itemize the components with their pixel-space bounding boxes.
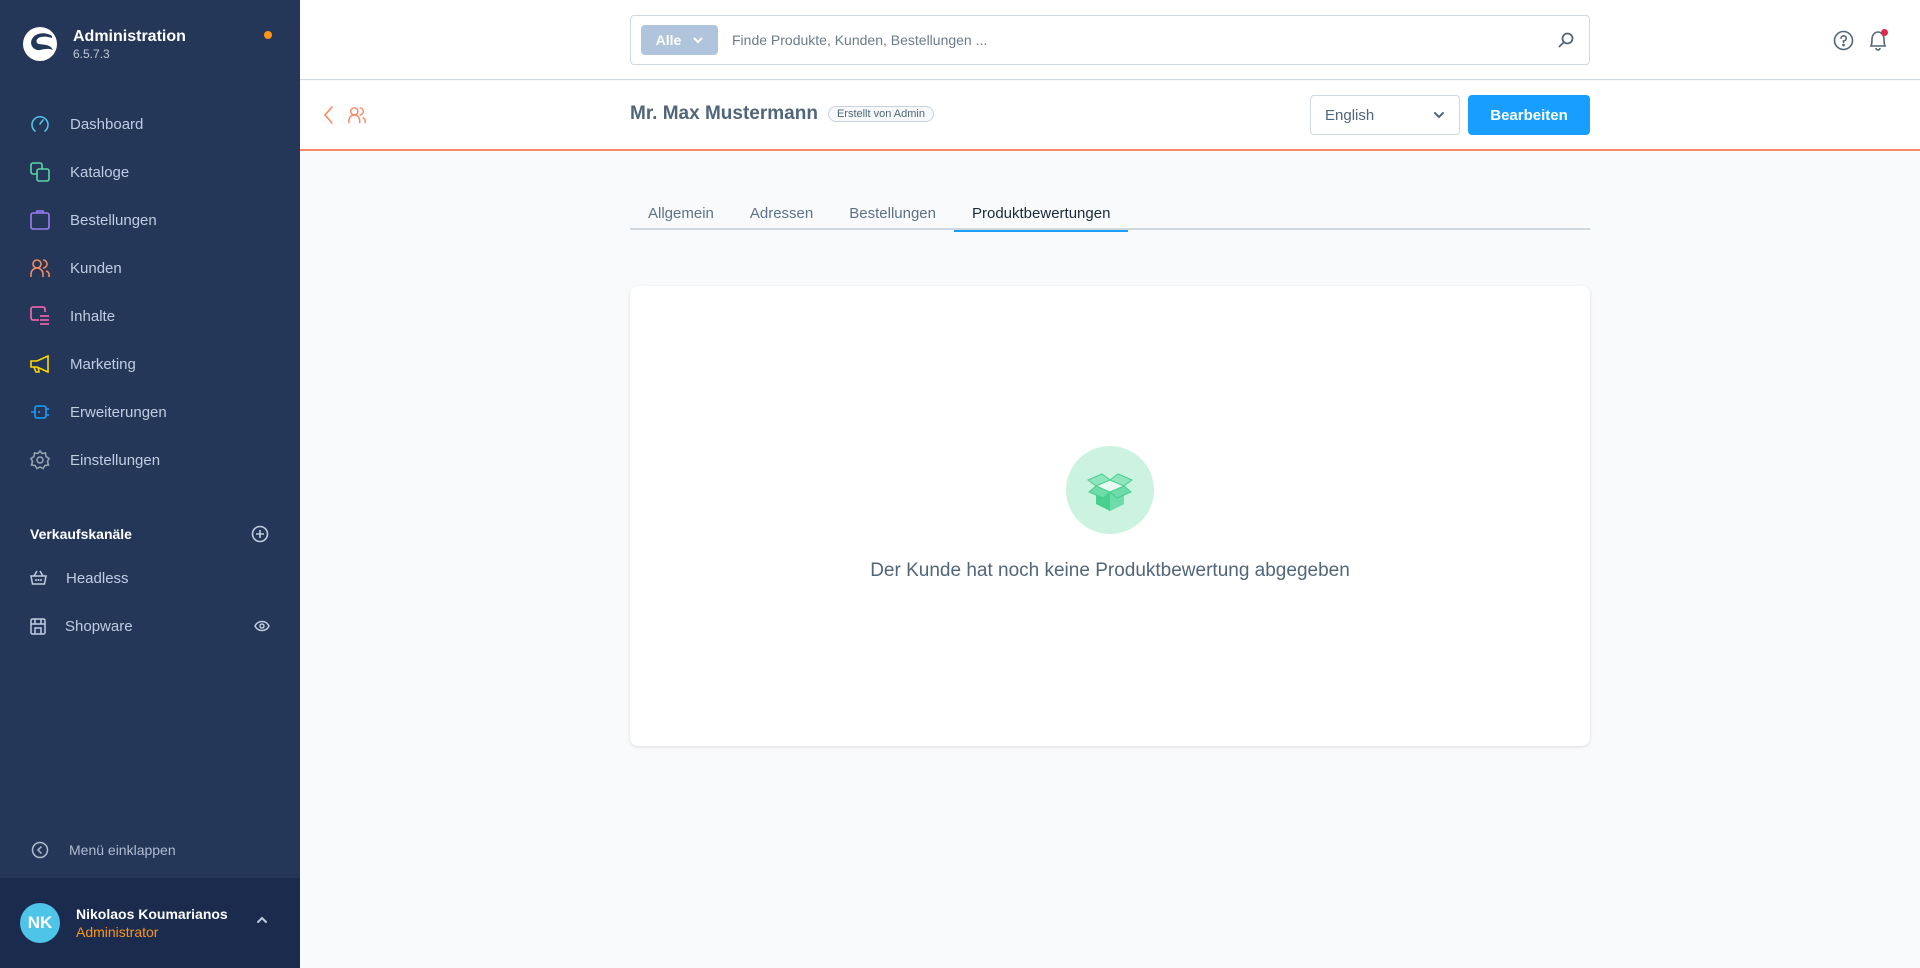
sales-channel-headless[interactable]: Headless	[0, 554, 300, 602]
search-type-label: Alle	[655, 32, 682, 48]
marketing-icon	[30, 354, 49, 374]
brand: Administration 6.5.7.3	[0, 0, 300, 88]
sidebar-item-label: Marketing	[70, 355, 136, 373]
app-title: Administration	[73, 28, 186, 45]
sidebar-item-bestellungen[interactable]: Bestellungen	[0, 196, 300, 244]
back-arrow-icon[interactable]	[322, 105, 334, 125]
created-by-badge: Erstellt von Admin	[827, 106, 934, 122]
user-role: Administrator	[76, 924, 159, 940]
reviews-card: Der Kunde hat noch keine Produktbewertun…	[630, 286, 1590, 746]
avatar: NK	[20, 903, 60, 943]
tab-bestellungen[interactable]: Bestellungen	[831, 196, 954, 230]
user-menu[interactable]: NK Nikolaos Koumarianos Administrator	[0, 878, 300, 968]
sidebar: Administration 6.5.7.3 Dashboard Katalog…	[0, 0, 300, 968]
sidebar-item-kunden[interactable]: Kunden	[0, 244, 300, 292]
user-name: Nikolaos Koumarianos	[76, 906, 228, 922]
basket-icon	[30, 570, 47, 585]
edit-button[interactable]: Bearbeiten	[1468, 95, 1590, 135]
orders-icon	[30, 210, 50, 230]
sidebar-item-kataloge[interactable]: Kataloge	[0, 148, 300, 196]
collapse-menu-button[interactable]: Menü einklappen	[0, 822, 300, 878]
sales-channel-label: Headless	[66, 569, 129, 587]
language-select-value: English	[1325, 106, 1375, 124]
extensions-icon	[31, 405, 49, 419]
search-input[interactable]	[732, 32, 1532, 48]
app-version: 6.5.7.3	[73, 47, 110, 61]
chevron-down-icon	[693, 37, 703, 43]
content-icon	[30, 306, 49, 325]
sidebar-item-label: Kunden	[70, 259, 122, 277]
sidebar-item-inhalte[interactable]: Inhalte	[0, 292, 300, 340]
sidebar-item-label: Dashboard	[70, 115, 144, 133]
chevron-down-icon	[1434, 112, 1444, 119]
sidebar-item-label: Inhalte	[70, 307, 116, 325]
tab-produktbewertungen[interactable]: Produktbewertungen	[953, 196, 1129, 232]
language-select[interactable]: English	[1310, 95, 1460, 135]
sales-channels-title: Verkaufskanäle	[30, 526, 132, 542]
chevron-left-circle-icon	[31, 841, 49, 859]
global-search: Alle	[630, 15, 1590, 65]
sales-channel-shopware[interactable]: Shopware	[0, 602, 300, 650]
sidebar-item-erweiterungen[interactable]: Erweiterungen	[0, 388, 300, 436]
search-icon[interactable]	[1557, 31, 1575, 49]
help-icon[interactable]	[1833, 30, 1854, 51]
sidebar-item-label: Kataloge	[70, 163, 130, 181]
chevron-up-icon[interactable]	[256, 916, 268, 924]
dashboard-icon	[31, 116, 49, 132]
sidebar-item-einstellungen[interactable]: Einstellungen	[0, 436, 300, 484]
search-type-dropdown[interactable]: Alle	[641, 25, 718, 55]
sidebar-item-dashboard[interactable]: Dashboard	[0, 100, 300, 148]
main-nav: Dashboard Kataloge Bestellungen Kunden I…	[0, 88, 300, 484]
shopware-logo-icon	[23, 27, 57, 61]
add-sales-channel-icon[interactable]	[251, 525, 269, 543]
eye-icon[interactable]	[254, 620, 270, 632]
catalog-icon	[30, 162, 50, 182]
tab-allgemein[interactable]: Allgemein	[630, 196, 732, 230]
tab-adressen[interactable]: Adressen	[732, 196, 831, 230]
sales-channel-label: Shopware	[65, 617, 133, 635]
customers-module-icon	[348, 107, 366, 124]
empty-state-illustration	[1066, 446, 1154, 534]
top-bar: Alle	[300, 0, 1920, 80]
customer-detail-tabs: Allgemein Adressen Bestellungen Produktb…	[630, 196, 1590, 232]
page-title: Mr. Max Mustermann	[630, 103, 818, 124]
status-dot	[264, 31, 272, 39]
notification-bell-icon[interactable]	[1866, 28, 1890, 52]
sidebar-item-label: Einstellungen	[70, 451, 161, 469]
sidebar-item-label: Bestellungen	[70, 211, 157, 229]
collapse-menu-label: Menü einklappen	[69, 842, 176, 858]
empty-state-message: Der Kunde hat noch keine Produktbewertun…	[870, 560, 1350, 581]
sidebar-item-marketing[interactable]: Marketing	[0, 340, 300, 388]
smart-bar: Mr. Max Mustermann Erstellt von Admin En…	[300, 81, 1920, 151]
sidebar-item-label: Erweiterungen	[70, 403, 167, 421]
open-box-icon	[1087, 473, 1133, 511]
settings-icon	[30, 450, 50, 470]
sales-channels-header: Verkaufskanäle	[0, 514, 300, 554]
storefront-icon	[30, 617, 46, 635]
page-header: Mr. Max Mustermann Erstellt von Admin	[630, 103, 934, 125]
customers-icon	[30, 259, 50, 277]
